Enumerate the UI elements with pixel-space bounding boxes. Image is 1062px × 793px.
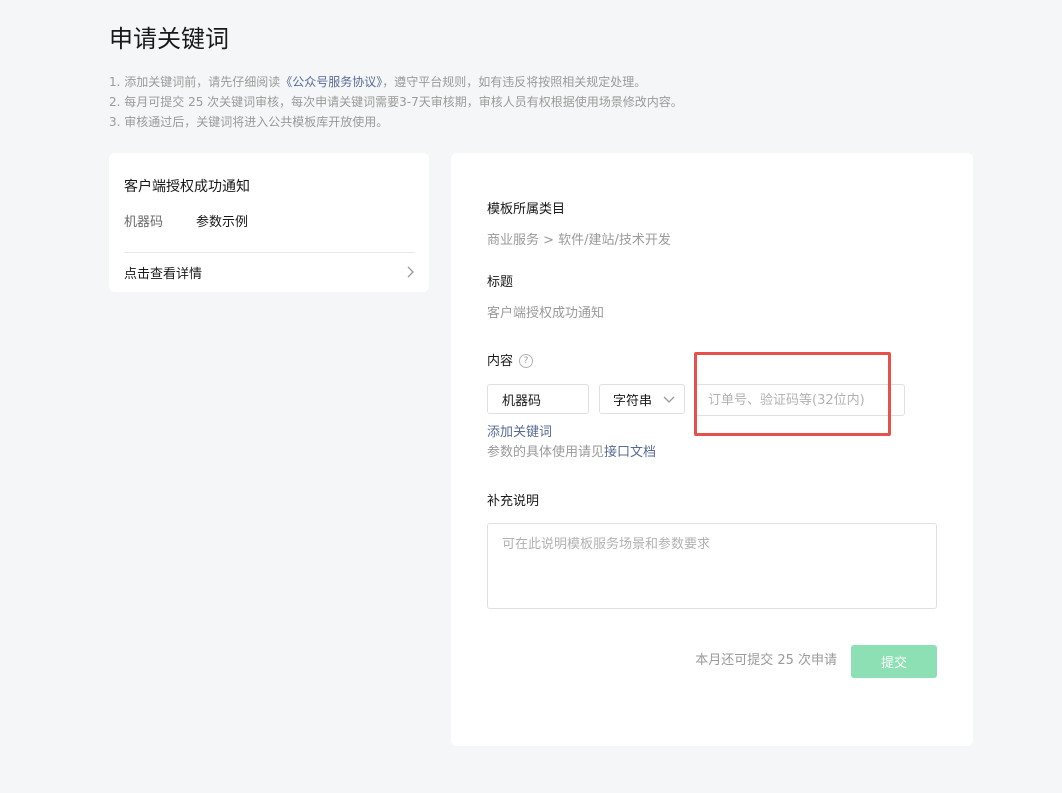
add-keyword-link[interactable]: 添加关键词: [487, 424, 552, 442]
view-details-label: 点击查看详情: [124, 266, 203, 282]
content-label: 内容: [487, 354, 514, 369]
quota-text: 本月还可提交 25 次申请: [695, 653, 837, 668]
preview-title: 客户端授权成功通知: [124, 179, 250, 195]
divider: [124, 252, 415, 253]
question-icon[interactable]: ?: [519, 353, 534, 368]
category-label: 模板所属类目: [487, 202, 566, 217]
chevron-right-icon: [407, 266, 414, 278]
title-value: 客户端授权成功通知: [487, 306, 605, 321]
instruction-line-3: 3. 审核通过后，关键词将进入公共模板库开放使用。: [109, 115, 389, 129]
param-hint: 参数的具体使用请见接口文档: [487, 444, 656, 462]
page-title: 申请关键词: [109, 25, 229, 53]
keyword-example-input[interactable]: [695, 384, 905, 416]
preview-field-value: 参数示例: [196, 215, 249, 230]
instruction-line-1: 1. 添加关键词前，请先仔细阅读《公众号服务协议》，遵守平台规则，如有违反将按照…: [109, 72, 683, 92]
keyword-name-input[interactable]: [487, 384, 589, 414]
keyword-type-value: 字符串: [613, 393, 653, 409]
content-label-row: 内容?: [487, 353, 534, 371]
description-label: 补充说明: [487, 494, 540, 509]
preview-field-name: 机器码: [124, 215, 164, 230]
description-textarea[interactable]: [487, 523, 937, 609]
instruction-line-2: 2. 每月可提交 25 次关键词审核，每次申请关键词需要3-7天审核期，审核人员…: [109, 95, 683, 109]
api-doc-link[interactable]: 接口文档: [604, 445, 656, 460]
instructions: 1. 添加关键词前，请先仔细阅读《公众号服务协议》，遵守平台规则，如有违反将按照…: [109, 72, 683, 132]
chevron-down-icon: [663, 396, 675, 403]
title-label: 标题: [487, 275, 514, 290]
keyword-type-select[interactable]: 字符串: [599, 384, 685, 414]
template-preview-card: 客户端授权成功通知 机器码 参数示例 点击查看详情: [109, 153, 429, 292]
instruction-text: ，遵守平台规则，如有违反将按照相关规定处理。: [382, 75, 647, 89]
param-hint-text: 参数的具体使用请见: [487, 445, 605, 460]
submit-button[interactable]: 提交: [851, 645, 937, 678]
category-value: 商业服务 > 软件/建站/技术开发: [487, 233, 671, 248]
service-agreement-link[interactable]: 《公众号服务协议》: [280, 75, 382, 89]
keyword-form-card: 模板所属类目 商业服务 > 软件/建站/技术开发 标题 客户端授权成功通知 内容…: [451, 153, 973, 746]
instruction-text: 1. 添加关键词前，请先仔细阅读: [109, 75, 281, 89]
view-details-link[interactable]: 点击查看详情: [124, 261, 415, 283]
